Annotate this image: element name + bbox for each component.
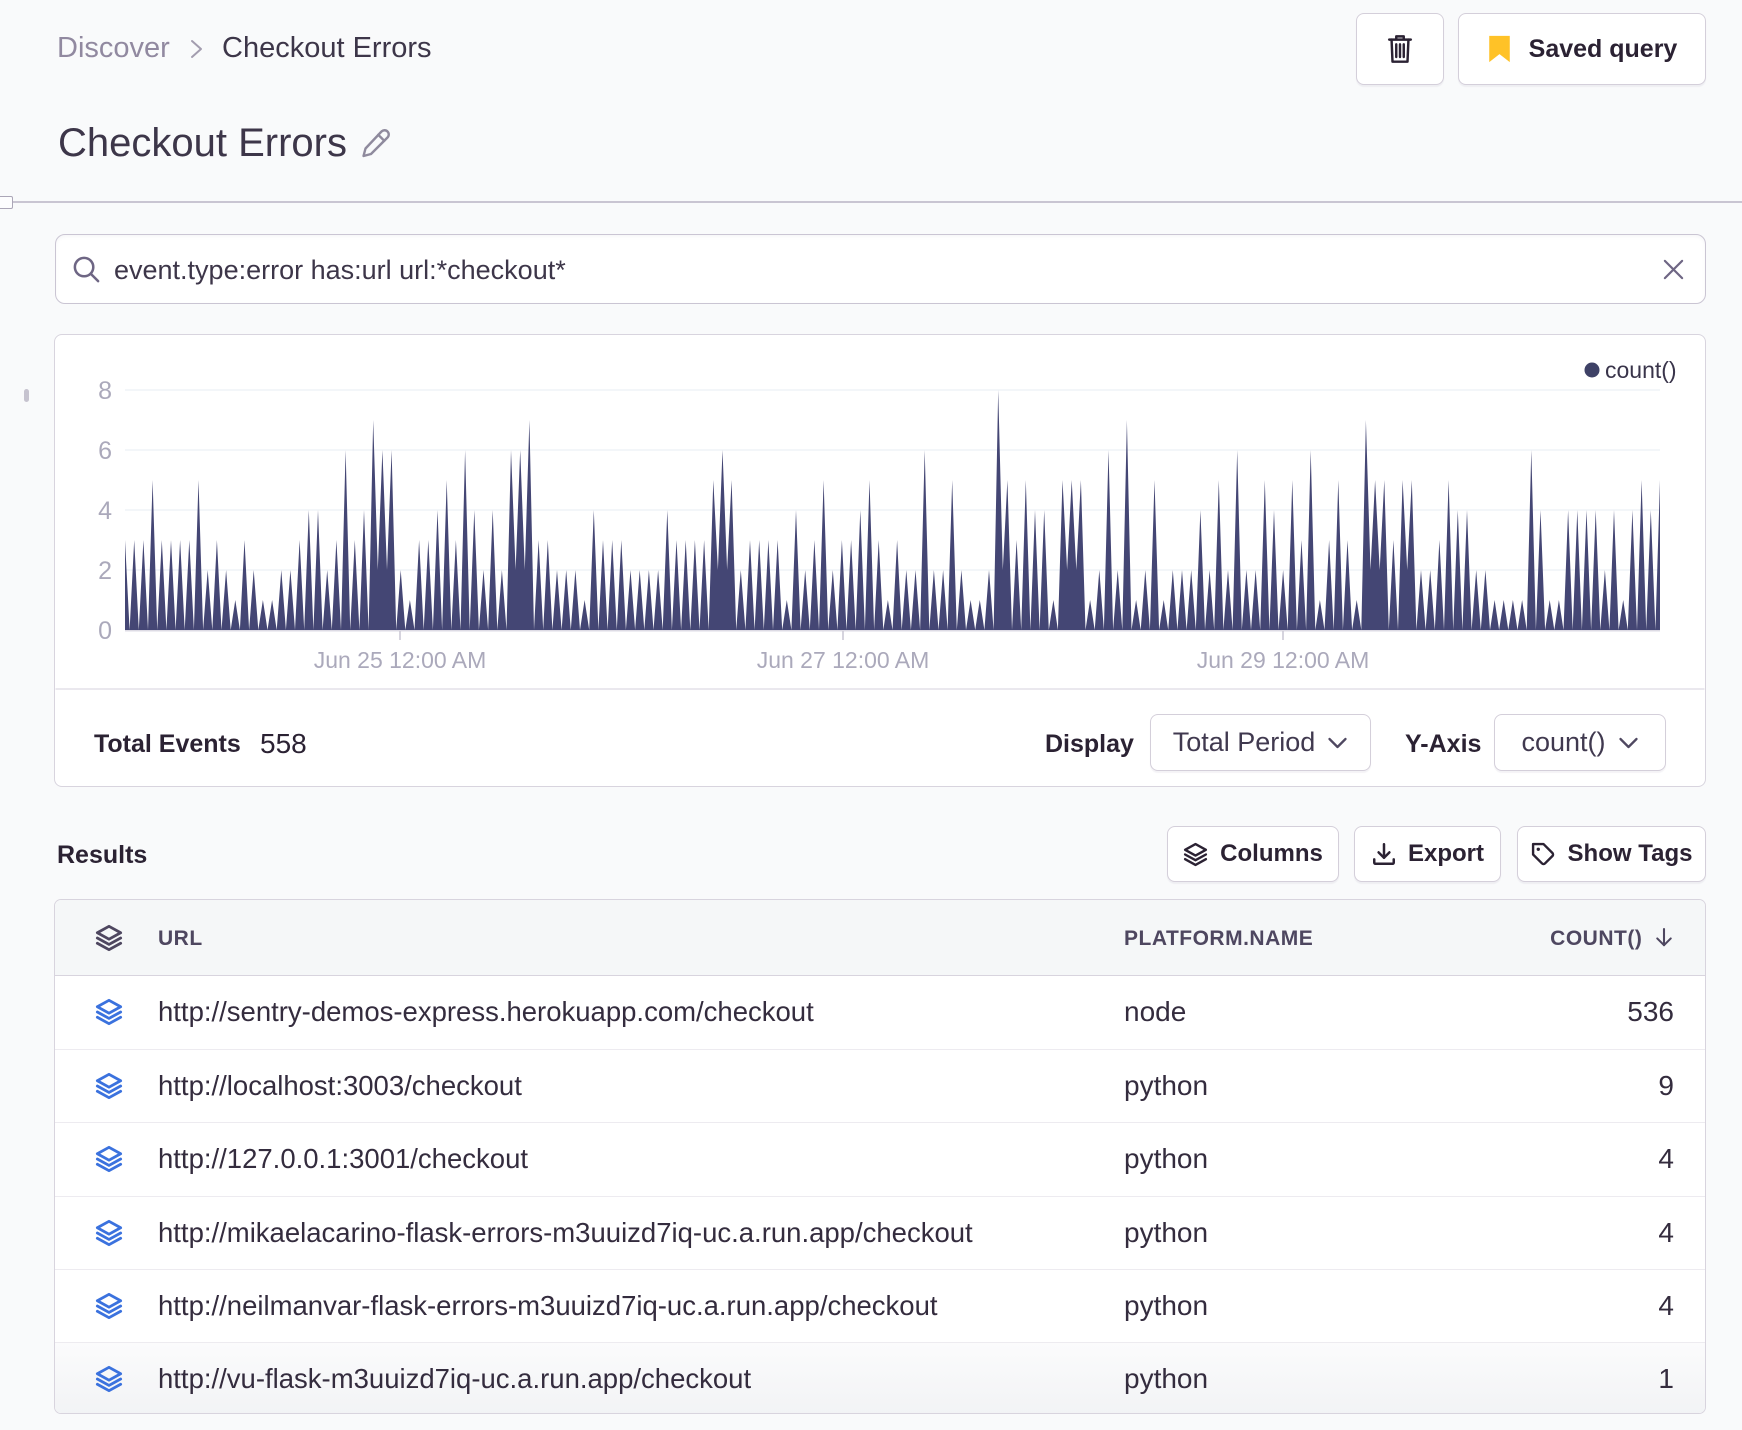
- svg-text:Jun 29 12:00 AM: Jun 29 12:00 AM: [1197, 647, 1370, 673]
- svg-text:0: 0: [98, 617, 112, 645]
- svg-text:Jun 25 12:00 AM: Jun 25 12:00 AM: [314, 647, 487, 673]
- svg-text:6: 6: [98, 437, 112, 465]
- svg-text:2: 2: [98, 557, 112, 585]
- svg-text:Jun 27 12:00 AM: Jun 27 12:00 AM: [757, 647, 930, 673]
- svg-text:8: 8: [98, 377, 112, 405]
- svg-text:count(): count(): [1605, 357, 1677, 383]
- svg-text:4: 4: [98, 497, 112, 525]
